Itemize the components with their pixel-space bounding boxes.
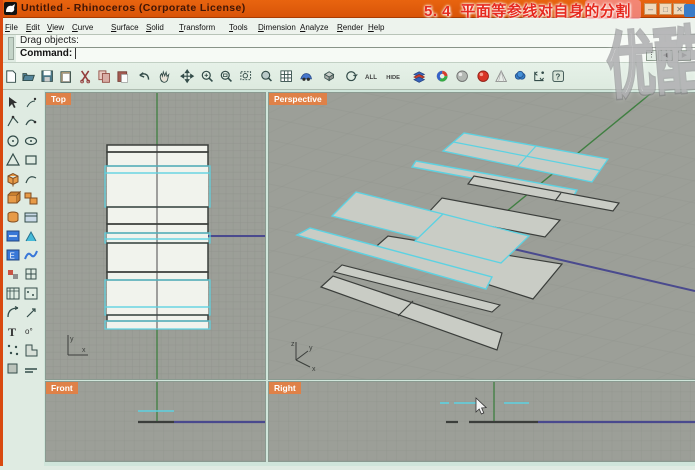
svg-text:x: x	[312, 366, 316, 373]
svg-text:HIDE: HIDE	[386, 75, 400, 81]
svg-text:T: T	[8, 325, 16, 339]
svg-text:y: y	[309, 345, 313, 352]
svg-text:E: E	[10, 252, 15, 261]
svg-text:y: y	[70, 336, 74, 343]
svg-text:ALL: ALL	[365, 74, 377, 81]
svg-text:o°: o°	[25, 327, 33, 336]
svg-text:?: ?	[556, 73, 561, 82]
svg-text:z: z	[291, 341, 295, 348]
svg-text:x: x	[82, 347, 86, 354]
